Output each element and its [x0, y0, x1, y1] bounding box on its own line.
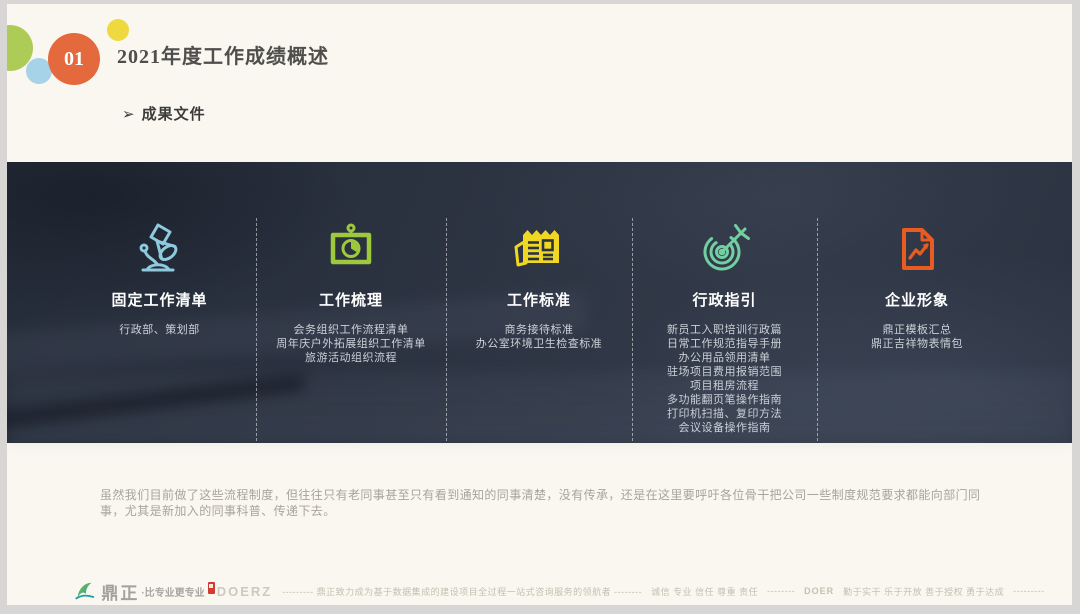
- document-chart-icon: [889, 221, 945, 277]
- column-item: 办公室环境卫生检查标准: [476, 337, 603, 351]
- column-item: 周年庆户外拓展组织工作清单: [276, 337, 426, 351]
- footer-dashes-end: ---------: [1013, 586, 1044, 596]
- column-corporate-image: 企业形象 鼎正模板汇总 鼎正吉祥物表情包: [817, 162, 1017, 443]
- brand-logo-sail-icon: [74, 580, 96, 602]
- column-title: 企业形象: [885, 289, 949, 310]
- column-item: 办公用品领用清单: [667, 351, 782, 365]
- brand-tagline: ·比专业更专业: [141, 584, 204, 599]
- column-item: 日常工作规范指导手册: [667, 337, 782, 351]
- section-label-text: 成果文件: [142, 106, 206, 123]
- column-admin-guidelines: 行政指引 新员工入职培训行政篇 日常工作规范指导手册 办公用品领用清单 驻场项目…: [632, 162, 817, 443]
- column-item: 商务接待标准: [476, 323, 603, 337]
- column-title: 工作标准: [507, 289, 571, 310]
- column-item: 驻场项目费用报销范围: [667, 365, 782, 379]
- desk-lamp-icon: [132, 221, 188, 277]
- footer-doer-values: 勤于实干 乐于开放 善于授权 勇于达成: [843, 585, 1004, 598]
- column-item: 打印机扫描、复印方法: [667, 407, 782, 421]
- footer-values: 诚信 专业 信任 尊重 责任: [651, 585, 758, 598]
- arrow-bullet-icon: ➢: [122, 106, 136, 123]
- presentation-slide: 01 2021年度工作成绩概述 ➢ 成果文件: [7, 4, 1072, 605]
- projector-screen-icon: [323, 221, 379, 277]
- column-item: 旅游活动组织流程: [276, 351, 426, 365]
- brand-seal-icon: [208, 582, 215, 594]
- page-title: 2021年度工作成绩概述: [117, 40, 329, 69]
- column-item: 鼎正模板汇总: [871, 323, 963, 337]
- footer-dashes: --------: [767, 586, 795, 596]
- column-work-standards: 工作标准 商务接待标准 办公室环境卫生检查标准: [446, 162, 632, 443]
- footer-slogan: --------- 鼎正致力成为基于数据集成的建设项目全过程一站式咨询服务的领航…: [282, 585, 642, 598]
- column-item: 新员工入职培训行政篇: [667, 323, 782, 337]
- column-work-sorting: 工作梳理 会务组织工作流程清单 周年庆户外拓展组织工作清单 旅游活动组织流程: [256, 162, 446, 443]
- column-item: 多功能翻页笔操作指南: [667, 393, 782, 407]
- brand-name-zh: 鼎正: [101, 579, 139, 604]
- section-label: ➢ 成果文件: [122, 103, 206, 124]
- page-number: 01: [64, 48, 84, 71]
- summary-paragraph: 虽然我们目前做了这些流程制度，但往往只有老同事甚至只有看到通知的同事清楚，没有传…: [100, 487, 994, 519]
- footer-doer-label: DOER: [804, 586, 834, 596]
- yellow-circle-decoration: [107, 19, 129, 41]
- footer: 鼎正 ·比专业更专业 DOERZ --------- 鼎正致力成为基于数据集成的…: [7, 578, 1072, 604]
- newspaper-icon: [511, 221, 567, 277]
- column-item: 会议设备操作指南: [667, 421, 782, 435]
- column-title: 固定工作清单: [111, 289, 207, 310]
- column-fixed-work-list: 固定工作清单 行政部、策划部: [63, 162, 256, 443]
- achievements-band: 固定工作清单 行政部、策划部 工作梳理: [7, 162, 1072, 443]
- column-item: 项目租房流程: [667, 379, 782, 393]
- column-item: 行政部、策划部: [119, 323, 200, 337]
- column-title: 工作梳理: [319, 289, 383, 310]
- brand-name-en: DOERZ: [217, 584, 273, 599]
- page-number-badge: 01: [48, 33, 100, 85]
- column-title: 行政指引: [692, 289, 756, 310]
- target-dart-icon: [697, 221, 753, 277]
- column-item: 鼎正吉祥物表情包: [871, 337, 963, 351]
- column-item: 会务组织工作流程清单: [276, 323, 426, 337]
